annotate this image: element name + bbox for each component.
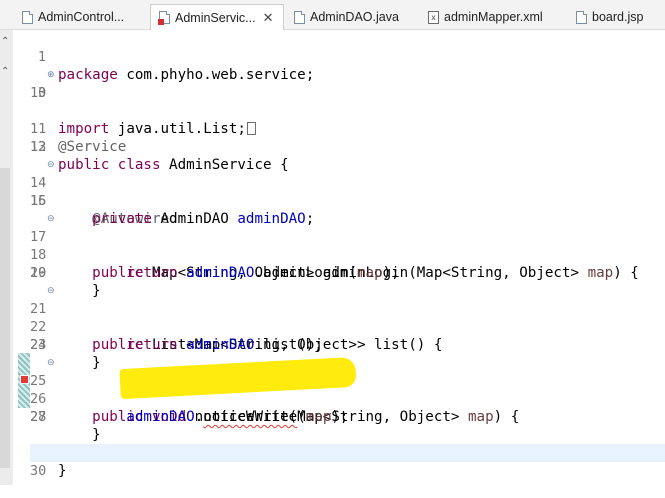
code-line: 11 @Service xyxy=(30,121,127,155)
code-line: 27 } xyxy=(30,409,101,443)
tab-label: board.jsp xyxy=(592,10,644,24)
tab-admin-service[interactable]: AdminServic... ✕ xyxy=(150,4,284,30)
code-line-error: 26 adminDAO.noticeWrite(map); xyxy=(30,391,349,425)
tab-admin-mapper-xml[interactable]: x adminMapper.xml xyxy=(420,4,566,30)
tab-admin-dao[interactable]: AdminDAO.java xyxy=(286,4,420,30)
code-line: 15 private AdminDAO adminDAO; xyxy=(30,193,315,227)
close-icon[interactable]: ✕ xyxy=(263,10,274,26)
code-line: 10 xyxy=(30,85,47,101)
fold-expand-icon[interactable]: ⊕ xyxy=(47,66,55,84)
code-line: 1 package com.phyho.web.service; xyxy=(37,49,315,83)
fold-collapse-icon[interactable]: ⊖ xyxy=(47,156,55,174)
code-line: 28 xyxy=(30,409,47,425)
fold-collapse-icon[interactable]: ⊖ xyxy=(47,210,55,228)
code-line: 20 xyxy=(30,265,47,281)
code-editor[interactable]: 1 package com.phyho.web.service; 3 ⊕ imp… xyxy=(30,30,665,485)
code-line: 23 } xyxy=(30,337,101,371)
tab-board-jsp[interactable]: board.jsp xyxy=(568,4,665,30)
chevron-up-icon[interactable]: ⌃ xyxy=(1,66,9,77)
tab-label: AdminControl... xyxy=(38,10,125,24)
code-line: 16 xyxy=(30,193,47,209)
code-line: 3 ⊕ import java.util.List; xyxy=(30,66,665,137)
fold-collapse-icon[interactable]: ⊖ xyxy=(47,354,55,372)
tab-label: AdminDAO.java xyxy=(310,10,399,24)
tab-admin-controller[interactable]: AdminControl... xyxy=(14,4,149,30)
code-line: 13 xyxy=(30,139,47,155)
tab-label: AdminServic... xyxy=(175,10,256,25)
java-file-error-icon xyxy=(158,11,170,25)
xml-file-icon: x xyxy=(428,10,439,24)
code-line: 22 return adminDAO.list(); xyxy=(30,319,323,353)
code-line: 14 ⊖ @Autowired xyxy=(30,156,665,227)
code-line: 12 public class AdminService { xyxy=(30,139,289,173)
fold-collapse-icon[interactable]: ⊖ xyxy=(47,282,55,300)
code-line: 19 } xyxy=(30,265,101,299)
vertical-scrollbar[interactable] xyxy=(0,168,10,468)
code-line: 24 xyxy=(30,337,47,353)
code-line: 18 return adminDAO.adminLogin(map); xyxy=(30,247,400,281)
code-line: 17 ⊖ public Map<String, Object> adminLog… xyxy=(30,210,665,281)
code-line-current[interactable]: 30 xyxy=(30,444,665,479)
java-file-icon xyxy=(294,10,305,24)
jsp-file-icon xyxy=(576,10,587,24)
tab-label: adminMapper.xml xyxy=(444,10,543,24)
error-marker-icon[interactable] xyxy=(20,375,29,384)
scroll-up-arrow-icon[interactable]: ⌃ xyxy=(1,36,9,47)
code-line: 29 } xyxy=(30,426,665,479)
code-line: 21 ⊖ public List<Map<String, Object>> li… xyxy=(30,282,665,353)
java-file-icon xyxy=(22,10,33,24)
editor-tab-bar: AdminControl... AdminServic... ✕ AdminDA… xyxy=(0,0,665,30)
